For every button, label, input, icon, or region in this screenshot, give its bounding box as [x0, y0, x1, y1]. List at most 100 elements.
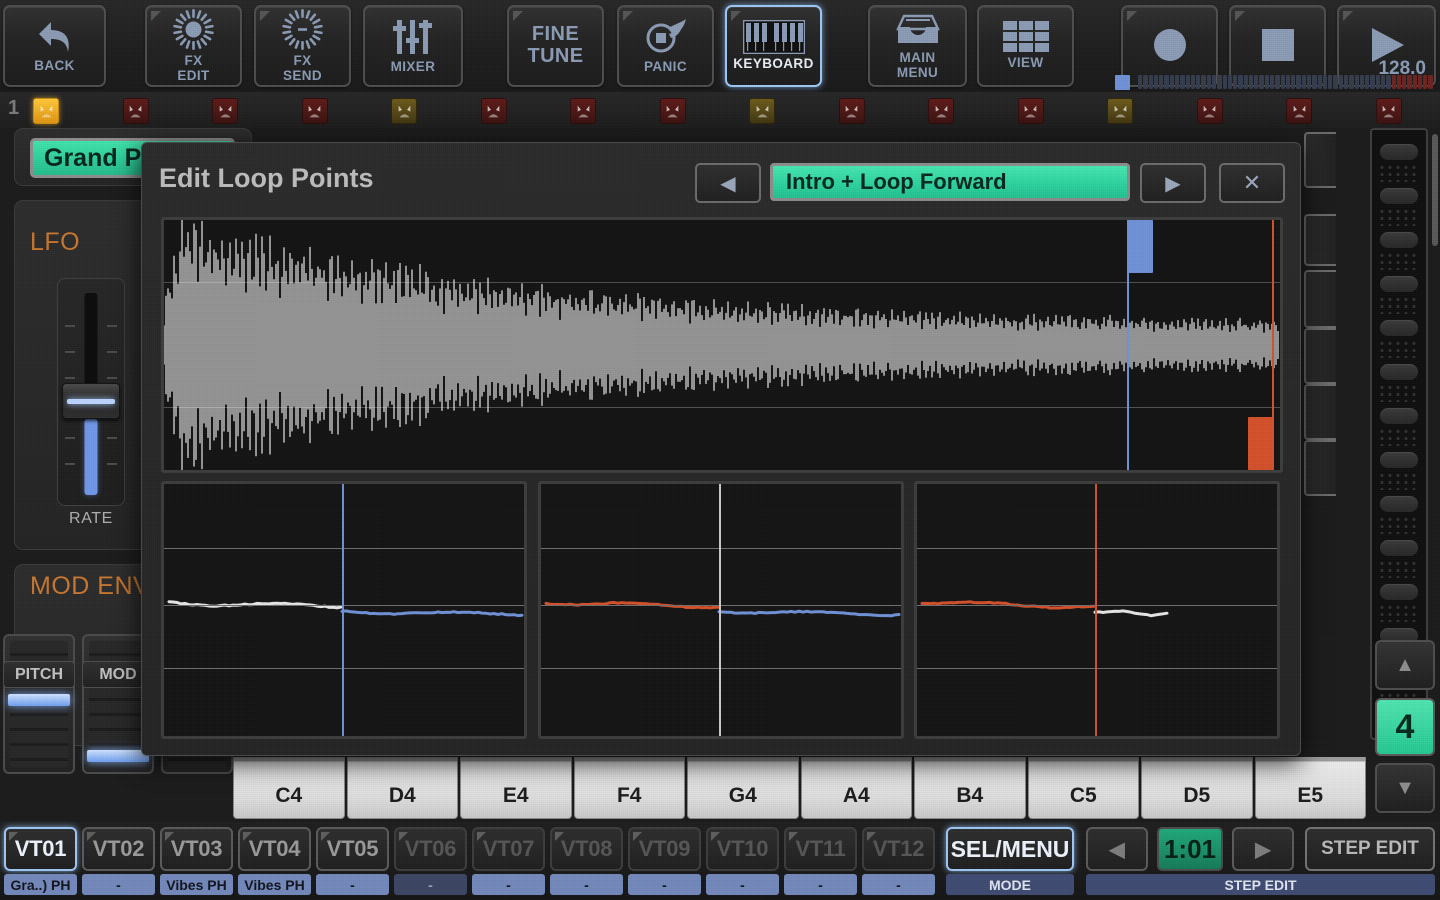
piano-key-B4[interactable]: B4: [914, 757, 1026, 819]
toolbar-button-fx-send[interactable]: FX SEND: [254, 5, 351, 87]
corner-marker-icon: [867, 832, 876, 841]
track-button-vt09[interactable]: VT09: [628, 827, 701, 871]
track-button-vt12[interactable]: VT12: [862, 827, 935, 871]
track-patch-label-vt01[interactable]: Gra..) PH: [4, 874, 77, 895]
track-button-vt11[interactable]: VT11: [784, 827, 857, 871]
track-button-vt04[interactable]: VT04: [238, 827, 311, 871]
zoom-panel-splice[interactable]: [538, 481, 904, 739]
step-cell-5[interactable]: [391, 98, 417, 124]
step-prev-button[interactable]: ◀: [1086, 827, 1148, 871]
track-patch-label-vt11[interactable]: -: [784, 874, 857, 895]
track-button-vt05[interactable]: VT05: [316, 827, 389, 871]
track-patch-label-vt04[interactable]: Vibes PH: [238, 874, 311, 895]
piano-key-F4[interactable]: F4: [573, 757, 685, 819]
track-button-vt08[interactable]: VT08: [550, 827, 623, 871]
fx-edit-icon: [172, 8, 215, 51]
mod-env-label-pitch[interactable]: PITCH: [3, 661, 75, 688]
piano-key-E5[interactable]: E5: [1254, 757, 1366, 819]
step-edit-button[interactable]: STEP EDIT: [1305, 827, 1435, 871]
step-cell-15[interactable]: [1286, 98, 1312, 124]
corner-marker-icon: [1343, 11, 1353, 21]
octave-up-button[interactable]: ▲: [1375, 640, 1435, 690]
loop-start-marker[interactable]: [1127, 220, 1154, 470]
right-tab-1[interactable]: [1304, 132, 1336, 188]
right-tab-2[interactable]: [1304, 214, 1336, 266]
toolbar-button-back[interactable]: BACK: [3, 5, 106, 87]
step-cell-13[interactable]: [1107, 98, 1133, 124]
step-cell-6[interactable]: [480, 98, 507, 124]
right-tab-6[interactable]: [1304, 440, 1336, 496]
corner-marker-icon: [477, 832, 486, 841]
right-tab-4[interactable]: [1304, 328, 1336, 384]
piano-key-C4[interactable]: C4: [233, 757, 345, 819]
zoom-waveform-0: [167, 600, 524, 618]
ribbon-scrollbar[interactable]: [1432, 134, 1438, 246]
track-patch-label-vt07[interactable]: -: [472, 874, 545, 895]
track-button-vt03[interactable]: VT03: [160, 827, 233, 871]
loop-start-handle[interactable]: [1127, 220, 1154, 273]
track-button-vt02[interactable]: VT02: [82, 827, 155, 871]
bank-level-indicator: [8, 694, 70, 706]
dialog-close-button[interactable]: ✕: [1219, 163, 1285, 203]
step-time-display[interactable]: 1:01: [1157, 827, 1223, 871]
step-cell-8[interactable]: [659, 98, 686, 124]
step-cell-4[interactable]: [301, 98, 328, 124]
octave-down-button[interactable]: ▼: [1375, 763, 1435, 813]
track-patch-label-vt06[interactable]: -: [394, 874, 467, 895]
zoom-panel-loop-end[interactable]: [914, 481, 1280, 739]
track-button-vt06[interactable]: VT06: [394, 827, 467, 871]
track-patch-label-vt02[interactable]: -: [82, 874, 155, 895]
toolbar-button-view[interactable]: VIEW: [977, 5, 1074, 87]
piano-key-E4[interactable]: E4: [460, 757, 572, 819]
right-tab-5[interactable]: [1304, 384, 1336, 440]
step-cell-2[interactable]: [122, 98, 149, 124]
lfo-rate-fader[interactable]: [57, 278, 125, 506]
track-patch-label-vt03[interactable]: Vibes PH: [160, 874, 233, 895]
waveform-display[interactable]: [161, 217, 1283, 473]
step-cell-14[interactable]: [1196, 98, 1223, 124]
track-button-vt10[interactable]: VT10: [706, 827, 779, 871]
piano-key-C5[interactable]: C5: [1027, 757, 1139, 819]
track-patch-label-vt08[interactable]: -: [550, 874, 623, 895]
zoom-panel-loop-start[interactable]: [161, 481, 527, 739]
step-cell-11[interactable]: [928, 98, 954, 124]
tempo-meter[interactable]: [1115, 74, 1433, 90]
loop-end-marker[interactable]: [1248, 220, 1275, 470]
toolbar-button-panic[interactable]: PANIC: [617, 5, 714, 87]
step-cell-12[interactable]: [1017, 98, 1044, 124]
fader-thumb[interactable]: [62, 383, 120, 419]
toolbar-button-mixer[interactable]: MIXER: [363, 5, 463, 87]
toolbar-button-keyboard[interactable]: KEYBOARD: [725, 5, 822, 87]
piano-key-G4[interactable]: G4: [687, 757, 799, 819]
tempo-bars: [1138, 75, 1433, 89]
track-button-vt07[interactable]: VT07: [472, 827, 545, 871]
loop-end-handle[interactable]: [1248, 417, 1275, 470]
sel-menu-button[interactable]: SEL/MENU: [946, 827, 1074, 871]
mod-env-bank-pitch[interactable]: [3, 634, 75, 774]
piano-key-A4[interactable]: A4: [800, 757, 912, 819]
step-next-button[interactable]: ▶: [1232, 827, 1294, 871]
track-patch-label-vt10[interactable]: -: [706, 874, 779, 895]
track-patch-label-vt09[interactable]: -: [628, 874, 701, 895]
preset-prev-button[interactable]: ◀: [695, 163, 761, 203]
preset-next-button[interactable]: ▶: [1140, 163, 1206, 203]
step-cell-3[interactable]: [212, 98, 238, 124]
step-cell-16[interactable]: [1375, 98, 1402, 124]
mode-strip-label: MODE: [946, 874, 1074, 895]
step-cell-9[interactable]: [749, 98, 775, 124]
track-patch-label-vt05[interactable]: -: [316, 874, 389, 895]
toolbar-button-fx-edit[interactable]: FX EDIT: [145, 5, 242, 87]
toolbar-button-fine-tune[interactable]: FINE TUNE: [507, 5, 604, 87]
right-tab-3[interactable]: [1304, 270, 1336, 328]
piano-key-D5[interactable]: D5: [1141, 757, 1253, 819]
piano-keyboard[interactable]: C4 D4 E4 F4 G4 A4 B4 C5 D5 E5: [233, 757, 1368, 819]
toolbar-button-main-menu[interactable]: MAIN MENU: [868, 5, 967, 87]
octave-value-display[interactable]: 4: [1375, 698, 1435, 756]
step-cell-7[interactable]: [570, 98, 596, 124]
loop-mode-field[interactable]: Intro + Loop Forward: [770, 163, 1130, 201]
piano-key-D4[interactable]: D4: [346, 757, 458, 819]
track-patch-label-vt12[interactable]: -: [862, 874, 935, 895]
step-cell-1[interactable]: [33, 98, 59, 124]
track-button-vt01[interactable]: VT01: [4, 827, 77, 871]
step-cell-10[interactable]: [838, 98, 865, 124]
